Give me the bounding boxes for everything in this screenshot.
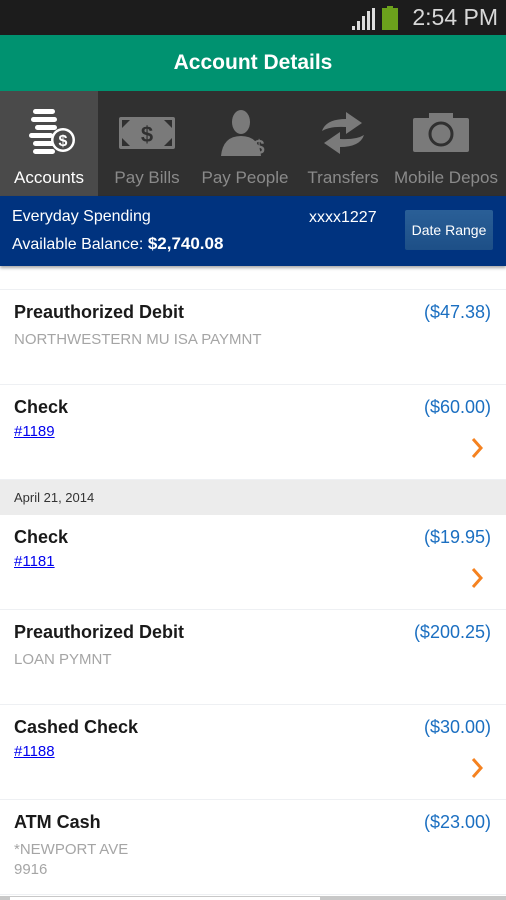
list-top-spacer [0, 266, 506, 290]
chevron-right-icon[interactable] [470, 757, 484, 779]
date-header-label: April 21, 2014 [14, 490, 95, 505]
transaction-row[interactable]: Preauthorized Debit ($200.25) LOAN PYMNT [0, 610, 506, 705]
tab-label: Transfers [307, 168, 379, 187]
status-time: 2:54 PM [412, 4, 498, 30]
transaction-list[interactable]: Preauthorized Debit ($47.38) NORTHWESTER… [0, 266, 506, 900]
transaction-detail: NORTHWESTERN MU ISA PAYMNT [14, 331, 262, 348]
transaction-title: Preauthorized Debit [14, 622, 185, 642]
tab-label: Accounts [14, 168, 84, 187]
balance-label: Available Balance: [12, 236, 144, 253]
balance-value: $2,740.08 [147, 234, 224, 253]
svg-text:$: $ [141, 122, 153, 147]
tab-transfers[interactable]: Transfers [294, 91, 392, 196]
date-range-button[interactable]: Date Range [405, 210, 493, 250]
transaction-row[interactable]: Cashed Check ($30.00) #1188 [0, 705, 506, 800]
account-name: Everyday Spending [12, 208, 151, 225]
transaction-title: Preauthorized Debit [14, 302, 185, 322]
transaction-amount: ($30.00) [423, 717, 491, 737]
transaction-amount: ($60.00) [423, 397, 491, 417]
tab-label: Pay People [201, 168, 289, 187]
check-number-link[interactable]: #1181 [14, 553, 55, 570]
transaction-detail: LOAN PYMNT [14, 651, 112, 668]
check-number-link[interactable]: #1189 [14, 423, 55, 440]
transaction-row[interactable]: ATM Cash ($23.00) *NEWPORT AVE 9916 [0, 800, 506, 895]
check-number-link[interactable]: #1188 [14, 743, 55, 760]
scroll-indicator [0, 896, 506, 900]
chevron-right-icon[interactable] [470, 437, 484, 459]
transaction-detail-line: *NEWPORT AVE [14, 841, 129, 858]
battery-icon [382, 6, 398, 30]
page-title: Account Details [173, 51, 333, 74]
svg-text:$: $ [253, 137, 264, 158]
transfer-arrows-icon [308, 105, 378, 161]
transaction-detail: *NEWPORT AVE 9916 [14, 840, 128, 880]
svg-text:$: $ [59, 133, 68, 150]
signal-icon [352, 8, 375, 30]
tab-pay-people[interactable]: $ Pay People [196, 91, 294, 196]
transaction-row[interactable]: Check ($19.95) #1181 [0, 515, 506, 610]
transaction-title: Check [14, 397, 69, 417]
coins-dollar-icon: $ [14, 105, 84, 161]
tab-accounts[interactable]: $ Accounts [0, 91, 98, 196]
transaction-amount: ($200.25) [413, 622, 491, 642]
nav-tabs: $ Accounts $ Pay Bills $ Pay People Tran… [0, 91, 506, 196]
transaction-row[interactable]: Check ($60.00) #1189 [0, 385, 506, 480]
balance-row: Available Balance: $2,740.08 [12, 234, 223, 254]
banknote-icon: $ [112, 105, 182, 161]
tab-pay-bills[interactable]: $ Pay Bills [98, 91, 196, 196]
person-dollar-icon: $ [210, 105, 280, 161]
chevron-right-icon[interactable] [470, 567, 484, 589]
title-bar: Account Details [0, 35, 506, 91]
account-number: xxxx1227 [309, 209, 377, 226]
account-summary: Everyday Spending xxxx1227 Available Bal… [0, 196, 506, 266]
tab-label: Pay Bills [114, 168, 180, 187]
transaction-detail-line: 9916 [14, 861, 48, 878]
transaction-amount: ($23.00) [423, 812, 491, 832]
status-bar: 2:54 PM [0, 0, 506, 35]
date-header: April 21, 2014 [0, 480, 506, 515]
transaction-title: Cashed Check [14, 717, 139, 737]
transaction-amount: ($47.38) [423, 302, 491, 322]
tab-mobile-deposit[interactable]: Mobile Depos [392, 91, 498, 196]
camera-icon [406, 105, 476, 161]
tab-label: Mobile Depos [394, 168, 498, 187]
transaction-title: Check [14, 527, 69, 547]
transaction-title: ATM Cash [14, 812, 101, 832]
transaction-amount: ($19.95) [423, 527, 491, 547]
transaction-row[interactable]: Preauthorized Debit ($47.38) NORTHWESTER… [0, 290, 506, 385]
